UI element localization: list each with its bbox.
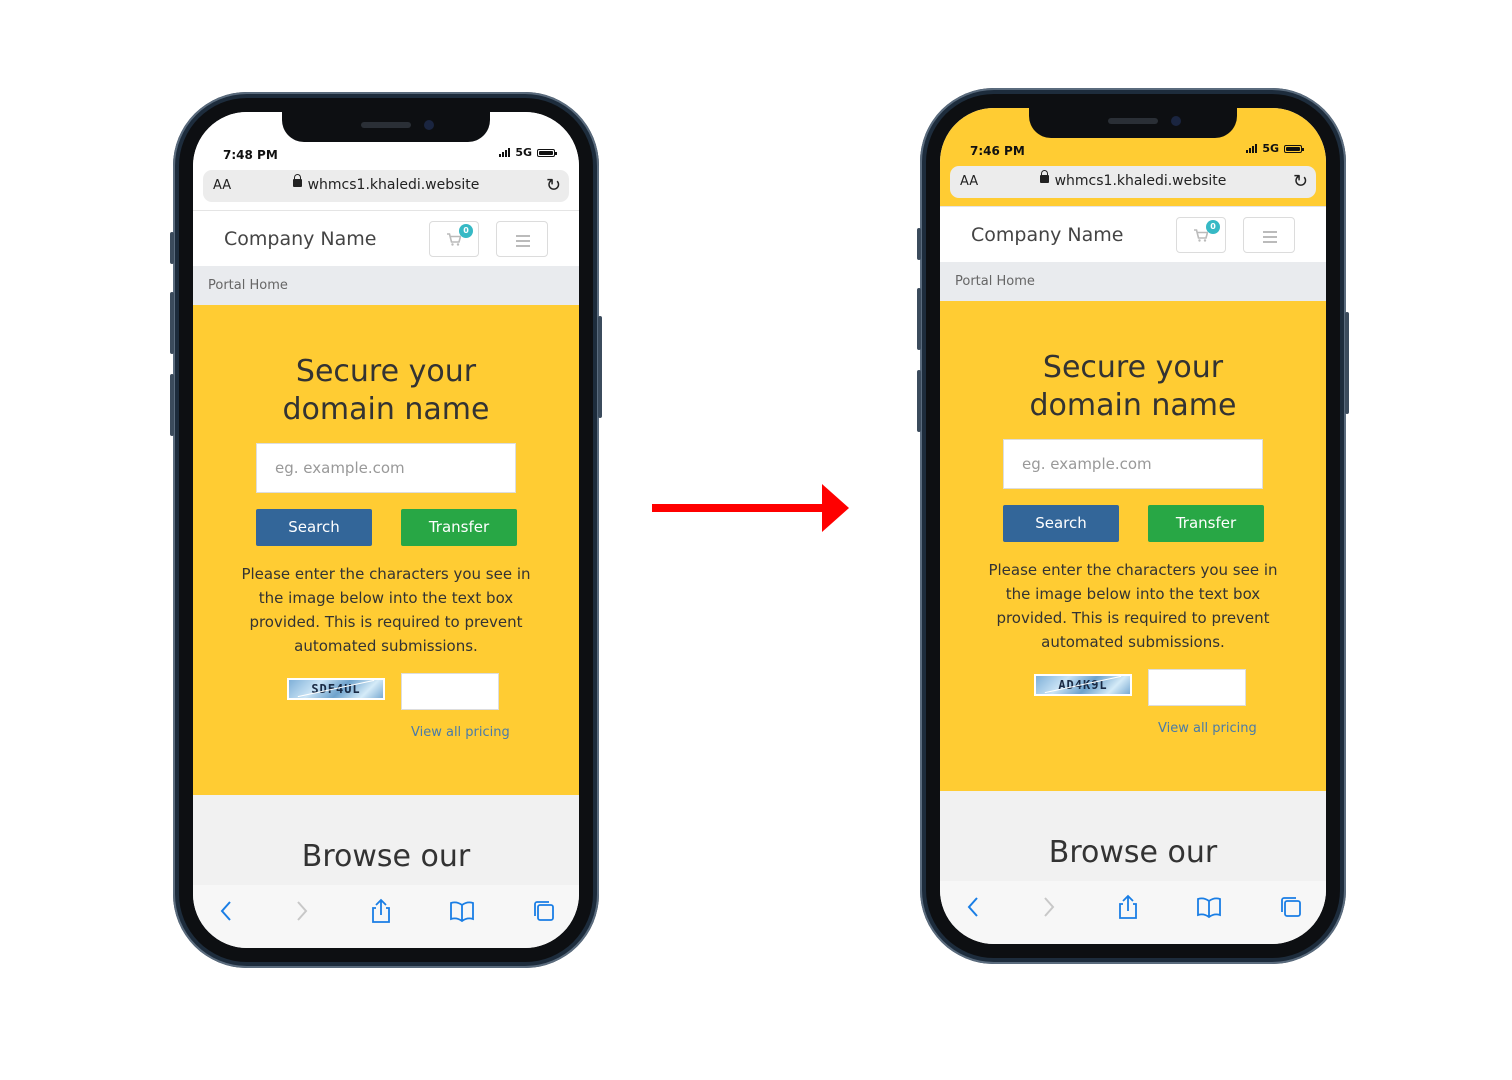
captcha-image: SDF4UL (287, 678, 385, 700)
captcha-input[interactable] (1148, 669, 1246, 706)
breadcrumb-item-portal-home[interactable]: Portal Home (955, 274, 1035, 289)
captcha-input[interactable] (401, 673, 499, 710)
volume-down-button (917, 370, 921, 432)
back-icon[interactable] (966, 894, 980, 920)
cart-button[interactable]: 0 (429, 221, 479, 257)
domain-search-input[interactable] (1003, 439, 1263, 489)
speaker (361, 122, 411, 128)
cart-count-badge: 0 (459, 224, 473, 238)
transfer-button[interactable]: Transfer (401, 509, 517, 546)
search-button[interactable]: Search (256, 509, 372, 546)
signal-icon (1246, 144, 1258, 153)
battery-icon (1284, 144, 1304, 153)
cart-icon (447, 233, 461, 246)
volume-up-button (917, 288, 921, 350)
browse-section: Browse our (940, 791, 1326, 881)
power-button (1345, 312, 1349, 414)
cart-icon (1194, 229, 1208, 242)
hamburger-icon (1263, 231, 1277, 246)
status-time: 7:48 PM (223, 148, 278, 162)
notch (282, 112, 490, 142)
captcha-image: AD4K9L (1034, 674, 1132, 696)
bookmarks-icon[interactable] (1196, 894, 1222, 920)
reload-icon[interactable]: ↻ (1293, 171, 1308, 192)
speaker (1108, 118, 1158, 124)
front-camera (1171, 116, 1181, 126)
phone-before: 7:48 PM 5G AA whmcs1.khaledi.website ↻ C… (170, 92, 602, 968)
brand-logo[interactable]: Company Name (224, 228, 376, 250)
cart-count-badge: 0 (1206, 220, 1220, 234)
bookmarks-icon[interactable] (449, 898, 475, 924)
status-icons: 5G (499, 146, 557, 159)
hero-title: Secure your domain name (1029, 350, 1237, 423)
site-navbar: Company Name 0 (193, 210, 579, 267)
forward-icon[interactable] (1042, 894, 1056, 920)
share-icon[interactable] (1117, 894, 1139, 920)
captcha-instructions: Please enter the characters you see in t… (241, 565, 531, 655)
phone-after: 7:46 PM 5G AA whmcs1.khaledi.website ↻ C… (917, 88, 1349, 964)
reload-icon[interactable]: ↻ (546, 175, 561, 196)
status-icons: 5G (1246, 142, 1304, 155)
menu-toggle-button[interactable] (496, 221, 548, 257)
share-icon[interactable] (370, 898, 392, 924)
menu-toggle-button[interactable] (1243, 217, 1295, 253)
safari-toolbar (940, 881, 1326, 944)
network-type: 5G (515, 146, 532, 159)
silent-switch (170, 232, 174, 264)
lock-icon (1039, 170, 1049, 183)
hamburger-icon (516, 235, 530, 250)
site-navbar: Company Name 0 (940, 206, 1326, 263)
address-bar[interactable]: AA whmcs1.khaledi.website ↻ (203, 170, 569, 202)
network-type: 5G (1262, 142, 1279, 155)
search-button[interactable]: Search (1003, 505, 1119, 542)
battery-icon (537, 148, 557, 157)
breadcrumb: Portal Home (940, 262, 1326, 301)
address-bar[interactable]: AA whmcs1.khaledi.website ↻ (950, 166, 1316, 198)
view-all-pricing-link[interactable]: View all pricing (411, 725, 510, 740)
brand-logo[interactable]: Company Name (971, 224, 1123, 246)
volume-down-button (170, 374, 174, 436)
forward-icon[interactable] (295, 898, 309, 924)
browse-section: Browse our (193, 795, 579, 885)
right-arrow-icon (652, 484, 849, 532)
domain-search-input[interactable] (256, 443, 516, 493)
browse-title: Browse our (301, 839, 471, 874)
transfer-button[interactable]: Transfer (1148, 505, 1264, 542)
view-all-pricing-link[interactable]: View all pricing (1158, 721, 1257, 736)
signal-icon (499, 148, 511, 157)
lock-icon (292, 174, 302, 187)
url-text[interactable]: whmcs1.khaledi.website (1055, 173, 1227, 189)
breadcrumb-item-portal-home[interactable]: Portal Home (208, 278, 288, 293)
silent-switch (917, 228, 921, 260)
domain-search-hero: Secure your domain name Search Transfer … (940, 301, 1326, 791)
power-button (598, 316, 602, 418)
hero-title: Secure your domain name (282, 354, 490, 427)
browse-title: Browse our (1048, 835, 1218, 870)
captcha-instructions: Please enter the characters you see in t… (988, 561, 1278, 651)
cart-button[interactable]: 0 (1176, 217, 1226, 253)
front-camera (424, 120, 434, 130)
back-icon[interactable] (219, 898, 233, 924)
notch (1029, 108, 1237, 138)
phone-screen: 7:48 PM 5G AA whmcs1.khaledi.website ↻ C… (193, 112, 579, 948)
breadcrumb: Portal Home (193, 266, 579, 305)
status-bar: 7:48 PM 5G (193, 112, 579, 174)
phone-screen: 7:46 PM 5G AA whmcs1.khaledi.website ↻ C… (940, 108, 1326, 944)
url-text[interactable]: whmcs1.khaledi.website (308, 177, 480, 193)
volume-up-button (170, 292, 174, 354)
safari-toolbar (193, 885, 579, 948)
domain-search-hero: Secure your domain name Search Transfer … (193, 305, 579, 795)
tabs-icon[interactable] (1279, 894, 1303, 920)
tabs-icon[interactable] (532, 898, 556, 924)
status-time: 7:46 PM (970, 144, 1025, 158)
